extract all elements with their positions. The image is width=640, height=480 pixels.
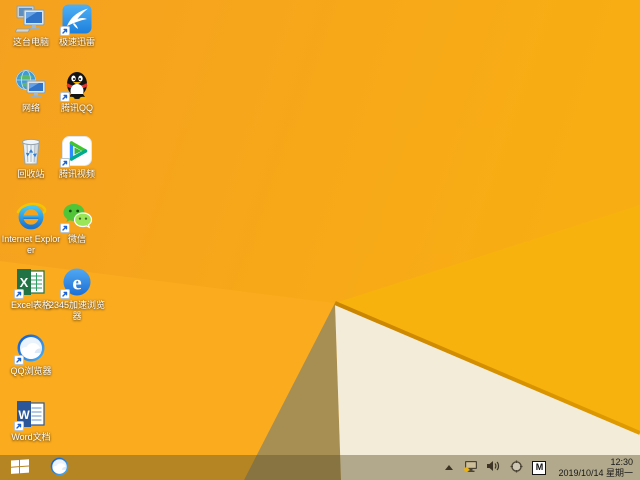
desktop-icon-word[interactable]: W Word文档: [0, 398, 62, 443]
svg-text:X: X: [20, 275, 29, 290]
speaker-icon: [486, 460, 500, 475]
icon-label: 网络: [21, 103, 40, 113]
shortcut-arrow-icon: [60, 92, 70, 102]
show-hidden-icons-button[interactable]: [443, 455, 455, 480]
icon-label: 腾讯视频: [58, 169, 95, 179]
qq-browser-icon: [49, 456, 70, 480]
desktop-icon-qq-browser[interactable]: QQ浏览器: [0, 332, 62, 377]
system-tray: M 12:30 2019/10/14 星期一: [443, 455, 640, 480]
shortcut-arrow-icon: [14, 421, 24, 431]
wechat-icon: [60, 200, 93, 233]
desktop-icon-xunlei[interactable]: 极速迅雷: [46, 3, 108, 48]
icon-label: 这台电脑: [12, 37, 49, 47]
icon-label: 微信: [67, 234, 86, 244]
shortcut-arrow-icon: [14, 289, 24, 299]
shortcut-arrow-icon: [60, 158, 70, 168]
taskbar: M 12:30 2019/10/14 星期一: [0, 455, 640, 480]
shortcut-arrow-icon: [60, 26, 70, 36]
ime-indicator: M: [532, 460, 547, 475]
desktop-icon-wechat[interactable]: 微信: [46, 200, 108, 245]
shortcut-arrow-icon: [60, 289, 70, 299]
icon-label: Excel表格: [10, 300, 51, 310]
network-icon: [15, 69, 47, 101]
network-status-button[interactable]: [462, 455, 478, 480]
tencent-video-icon: [60, 135, 93, 168]
icon-label: 腾讯QQ: [60, 103, 93, 113]
icon-label: 极速迅雷: [58, 37, 95, 47]
icon-label: 回收站: [17, 169, 45, 179]
svg-text:W: W: [18, 408, 30, 422]
start-button[interactable]: [0, 455, 40, 480]
2345-browser-icon: e: [60, 266, 93, 299]
word-icon: W: [14, 398, 47, 431]
excel-icon: X: [14, 266, 47, 299]
this-pc-icon: [15, 3, 47, 35]
recycle-bin-icon: [15, 135, 47, 167]
chevron-up-icon: [445, 465, 454, 470]
tray-utility-button[interactable]: [508, 455, 524, 480]
internet-explorer-icon: [15, 200, 47, 232]
desktop: 这台电脑 极速迅雷 网络 腾讯QQ 回收站 腾讯视频 Internet Expl…: [0, 0, 640, 480]
svg-text:e: e: [72, 271, 81, 295]
xunlei-icon: [60, 3, 93, 36]
desktop-icon-2345-browser[interactable]: e 2345加速浏览器: [46, 266, 108, 322]
shortcut-arrow-icon: [14, 355, 24, 365]
ime-indicator-button[interactable]: M: [531, 455, 547, 480]
circle-cross-icon: [510, 460, 523, 476]
windows-logo-icon: [11, 458, 29, 477]
taskbar-qq-browser-button[interactable]: [42, 455, 76, 480]
icon-label: QQ浏览器: [10, 366, 52, 376]
clock-date: 2019/10/14 星期一: [558, 467, 633, 478]
network-warning-icon: [463, 460, 478, 476]
qq-browser-icon: [14, 332, 47, 365]
qq-icon: [60, 69, 93, 102]
desktop-icon-tencent-qq[interactable]: 腾讯QQ: [46, 69, 108, 114]
icon-label: 2345加速浏览器: [48, 300, 106, 321]
clock-time: 12:30: [610, 456, 633, 467]
taskbar-clock[interactable]: 12:30 2019/10/14 星期一: [554, 457, 633, 479]
volume-button[interactable]: [485, 455, 501, 480]
shortcut-arrow-icon: [60, 223, 70, 233]
icon-label: Word文档: [11, 432, 51, 442]
desktop-icon-tencent-video[interactable]: 腾讯视频: [46, 135, 108, 180]
